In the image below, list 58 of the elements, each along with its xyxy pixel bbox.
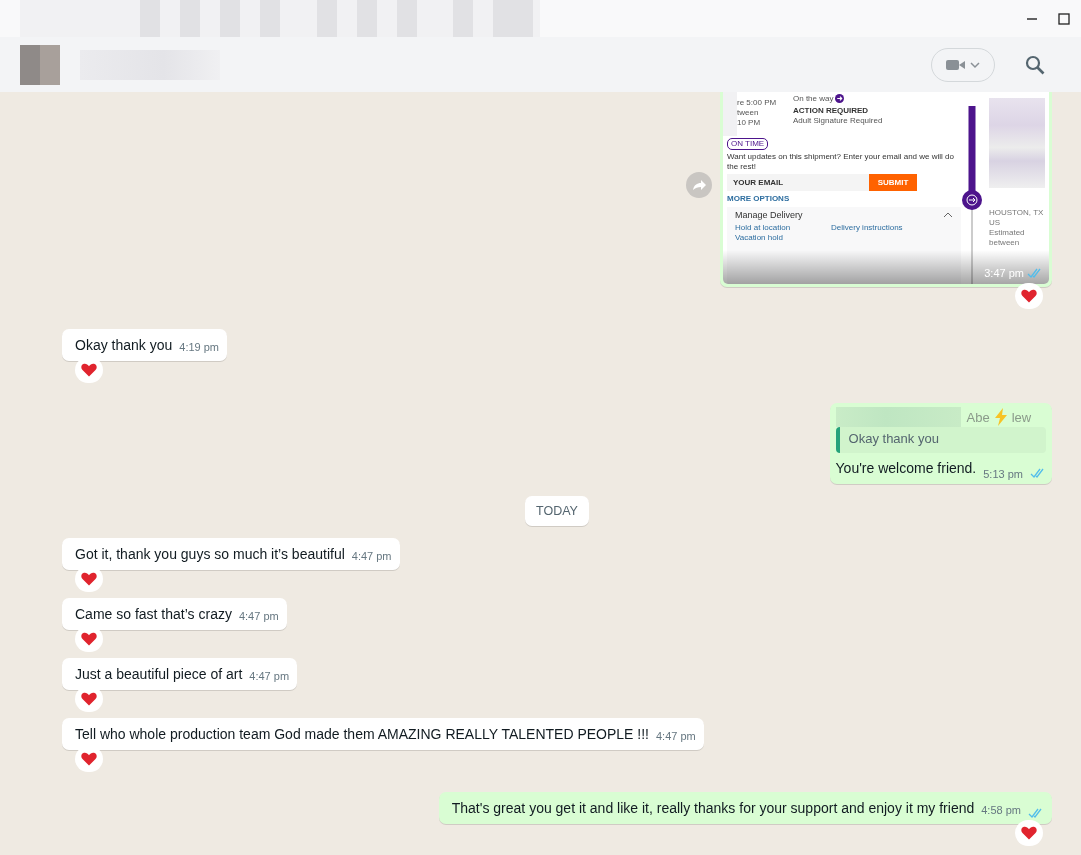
- delivery-window-text: tween: [737, 108, 760, 118]
- email-field[interactable]: YOUR EMAIL: [727, 174, 869, 191]
- message-time: 4:47 pm: [249, 669, 290, 684]
- action-label: ACTION REQUIRED: [793, 106, 870, 115]
- shipment-status: On the way: [793, 94, 834, 103]
- image-message[interactable]: [720, 92, 1052, 287]
- message-text: Okay thank you: [75, 336, 173, 355]
- delivery-option[interactable]: Delivery instructions: [831, 223, 951, 232]
- message-time: 5:13 pm: [983, 468, 1023, 480]
- reaction-badge[interactable]: [75, 746, 103, 772]
- message-text: That's great you get it and like it, really thanks for your support and enjoy it my friend: [451, 799, 975, 818]
- panel-title: Manage Delivery: [735, 210, 803, 220]
- heart-icon: [81, 632, 97, 646]
- message-text: Tell who whole production team God made them AMAZING REALLY TALENTED PEOPLE !!!: [75, 725, 649, 744]
- reaction-badge[interactable]: [1015, 283, 1043, 309]
- chevron-up-icon[interactable]: [943, 212, 953, 218]
- heart-icon: [1021, 289, 1037, 303]
- heart-icon: [81, 363, 97, 377]
- heart-icon: [81, 572, 97, 586]
- reaction-badge[interactable]: [75, 686, 103, 712]
- arrow-circle-icon: [835, 94, 845, 103]
- message-text: You're welcome friend.: [835, 459, 977, 478]
- message-time: 4:58 pm: [981, 803, 1021, 818]
- reaction-badge[interactable]: [75, 566, 103, 592]
- submit-button[interactable]: SUBMIT: [869, 174, 917, 191]
- message-text: Just a beautiful piece of art: [75, 665, 243, 684]
- reaction-badge[interactable]: [1015, 820, 1043, 846]
- quoted-message[interactable]: Okay thank you: [835, 427, 1046, 453]
- video-camera-icon: [945, 57, 981, 72]
- message-time: 4:47 pm: [351, 549, 392, 564]
- on-time-badge: ON TIME: [727, 138, 769, 150]
- delivery-option[interactable]: Vacation hold: [735, 233, 831, 242]
- updates-prompt: Want updates on this shipment? Enter your email and we will do the rest!: [727, 152, 955, 172]
- heart-icon: [1021, 826, 1037, 840]
- reaction-badge[interactable]: [75, 357, 103, 383]
- quote-author: lew: [1011, 409, 1032, 425]
- video-call-button[interactable]: [931, 47, 995, 82]
- quote-author: Abe: [966, 409, 990, 425]
- blurred-avatar[interactable]: [20, 44, 60, 85]
- action-text: Adult Signature Required: [793, 116, 883, 126]
- message-time: 4:19 pm: [179, 340, 220, 355]
- maximize-icon[interactable]: [1058, 12, 1070, 25]
- search-icon[interactable]: [1025, 54, 1045, 75]
- reaction-badge[interactable]: [75, 626, 103, 652]
- estimate-text: Estimated between: [989, 228, 1026, 248]
- destination-text: HOUSTON, TX US: [989, 208, 1045, 228]
- more-options-link[interactable]: MORE OPTIONS: [727, 194, 961, 203]
- delivery-window-text: 10 PM: [737, 118, 762, 128]
- delivery-option[interactable]: Hold at location: [735, 223, 831, 232]
- message-time: 3:47 pm: [984, 267, 1024, 279]
- message-time: 4:47 pm: [238, 609, 279, 624]
- message-text: Came so fast that’s crazy: [75, 605, 232, 624]
- delivery-window-text: re 5:00 PM: [737, 98, 778, 108]
- lightning-icon: [993, 408, 1008, 426]
- heart-icon: [81, 692, 97, 706]
- message-time: 4:47 pm: [656, 729, 696, 744]
- message-text: Got it, thank you guys so much it’s beautiful: [75, 545, 345, 564]
- heart-icon: [81, 752, 97, 766]
